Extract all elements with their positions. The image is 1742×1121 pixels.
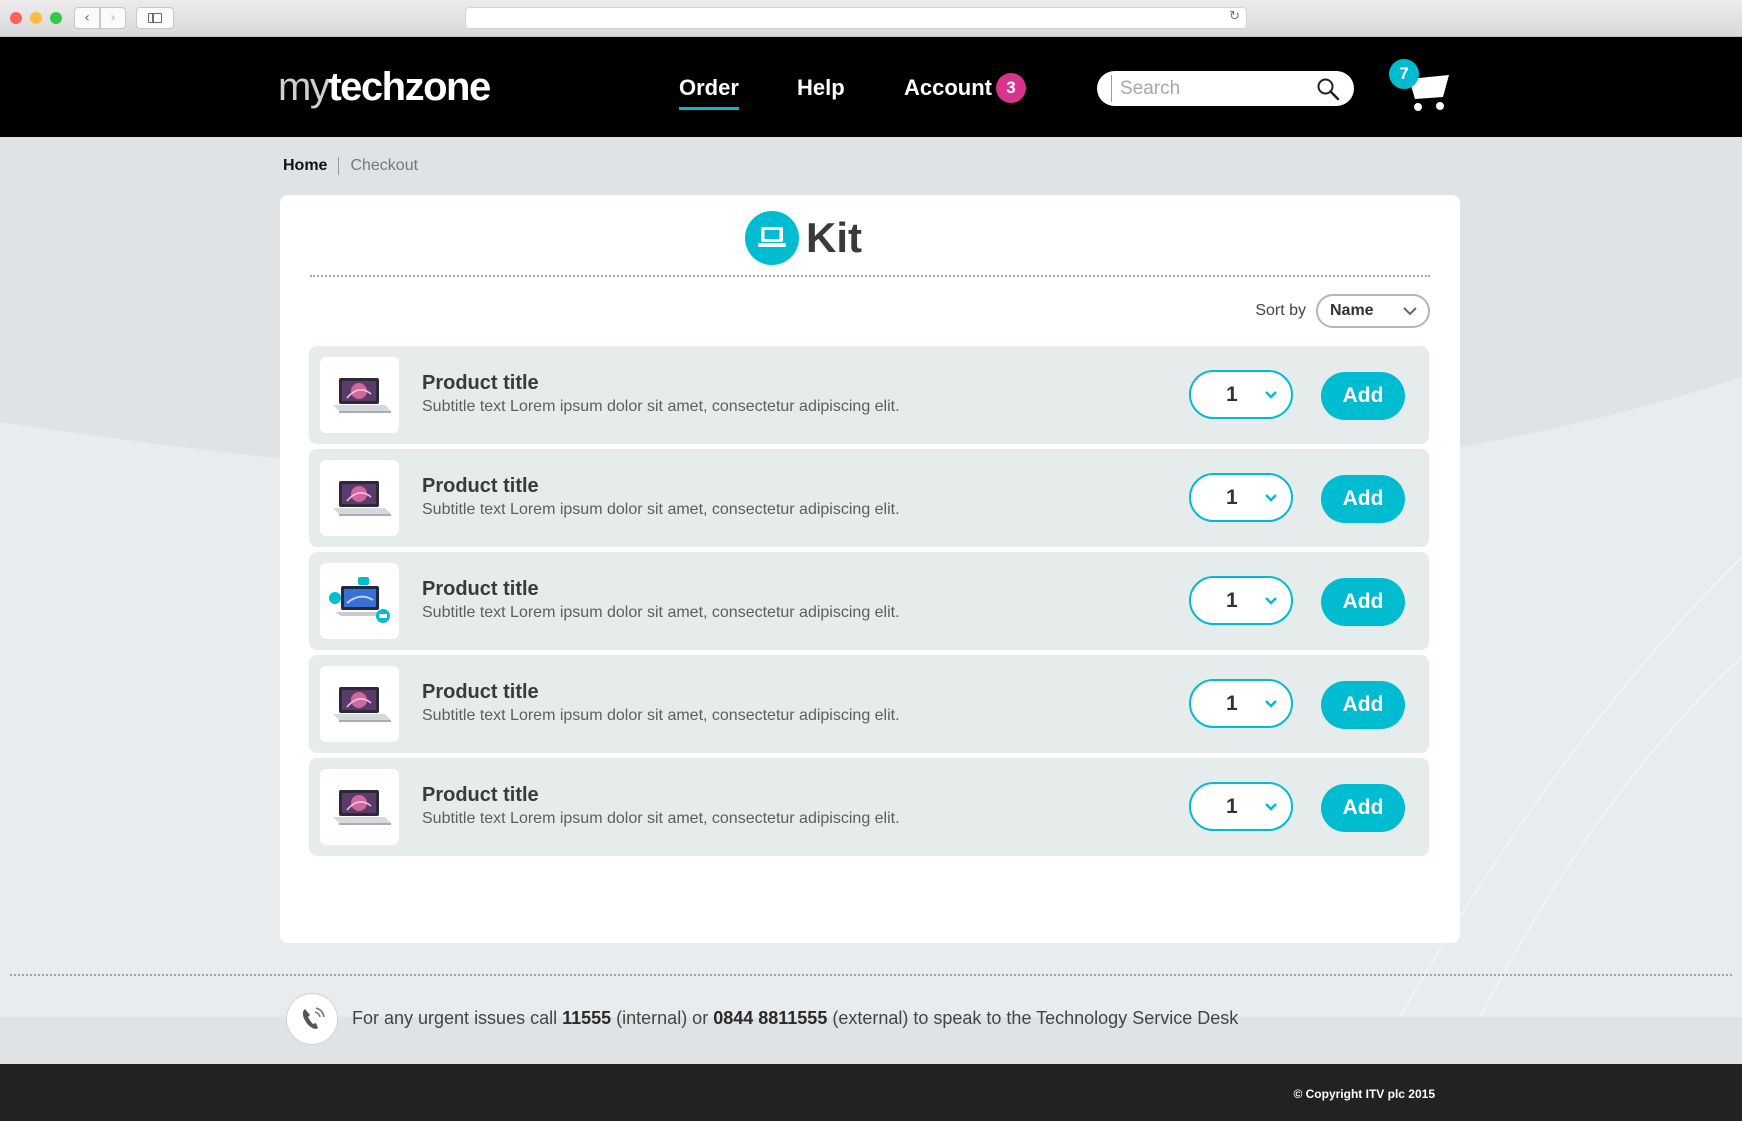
chevron-down-icon: [1265, 597, 1277, 605]
address-bar[interactable]: ↻: [465, 7, 1247, 29]
site-logo[interactable]: mytechzone: [278, 65, 491, 110]
product-row: Product title Subtitle text Lorem ipsum …: [309, 346, 1429, 444]
quantity-value: 1: [1226, 589, 1238, 612]
breadcrumb-checkout[interactable]: Checkout: [339, 157, 418, 175]
product-title: Product title: [422, 475, 539, 497]
product-title: Product title: [422, 372, 539, 394]
chevron-down-icon: [1265, 700, 1277, 708]
quantity-dropdown[interactable]: 1: [1189, 679, 1293, 728]
close-window-icon[interactable]: [10, 12, 22, 24]
product-title: Product title: [422, 578, 539, 600]
site-header: mytechzone Order Help Account 3 7: [0, 37, 1742, 137]
add-button[interactable]: Add: [1321, 681, 1405, 729]
add-button[interactable]: Add: [1321, 578, 1405, 626]
logo-bold-text: techzone: [328, 65, 491, 109]
quantity-dropdown[interactable]: 1: [1189, 370, 1293, 419]
chevron-down-icon: [1265, 803, 1277, 811]
support-text-2: (internal) or: [611, 1008, 714, 1028]
account-notification-badge: 3: [996, 73, 1026, 103]
product-list: Product title Subtitle text Lorem ipsum …: [309, 346, 1429, 861]
external-phone-number: 0844 8811555: [713, 1008, 828, 1028]
nav-help-link[interactable]: Help: [797, 75, 845, 101]
quantity-value: 1: [1226, 692, 1238, 715]
product-row: Product title Subtitle text Lorem ipsum …: [309, 655, 1429, 753]
sort-label: Sort by: [1255, 302, 1306, 319]
product-row: Product title Subtitle text Lorem ipsum …: [309, 758, 1429, 856]
quantity-value: 1: [1226, 486, 1238, 509]
quantity-dropdown[interactable]: 1: [1189, 473, 1293, 522]
support-notice: For any urgent issues call 11555 (intern…: [352, 1008, 1238, 1029]
add-button[interactable]: Add: [1321, 784, 1405, 832]
product-row: Product title Subtitle text Lorem ipsum …: [309, 449, 1429, 547]
phone-icon: [286, 993, 338, 1045]
laptop-image: [320, 769, 399, 845]
breadcrumb-home-link[interactable]: Home: [283, 157, 340, 175]
sidebar-toggle-button[interactable]: [136, 7, 174, 29]
product-title: Product title: [422, 784, 539, 806]
reload-icon[interactable]: ↻: [1229, 9, 1240, 24]
sort-selected-value: Name: [1330, 302, 1374, 319]
search-icon[interactable]: [1316, 77, 1340, 101]
product-row: Product title Subtitle text Lorem ipsum …: [309, 552, 1429, 650]
laptop-icon: [745, 211, 799, 265]
breadcrumb: Home Checkout: [283, 157, 418, 175]
title-divider: [310, 275, 1430, 277]
search-input[interactable]: [1111, 75, 1301, 102]
product-subtitle: Subtitle text Lorem ipsum dolor sit amet…: [422, 810, 900, 827]
search-box: [1097, 71, 1354, 106]
chevron-down-icon: [1265, 494, 1277, 502]
product-subtitle: Subtitle text Lorem ipsum dolor sit amet…: [422, 604, 900, 621]
laptop-image: [320, 357, 399, 433]
maximize-window-icon[interactable]: [50, 12, 62, 24]
laptop-bundle-image: [320, 563, 399, 639]
product-subtitle: Subtitle text Lorem ipsum dolor sit amet…: [422, 398, 900, 415]
support-text-1: For any urgent issues call: [352, 1008, 563, 1028]
copyright-text: © Copyright ITV plc 2015: [1293, 1087, 1435, 1101]
page-title-text: Kit: [806, 214, 862, 261]
laptop-image: [320, 666, 399, 742]
product-subtitle: Subtitle text Lorem ipsum dolor sit amet…: [422, 707, 900, 724]
quantity-dropdown[interactable]: 1: [1189, 576, 1293, 625]
kit-panel: Kit Sort by Name Product title Subtitle …: [280, 195, 1460, 943]
back-button[interactable]: ‹: [74, 7, 100, 29]
laptop-image: [320, 460, 399, 536]
nav-order-link[interactable]: Order: [679, 75, 739, 110]
logo-light-text: my: [278, 65, 330, 109]
footer-divider: [10, 974, 1732, 976]
product-subtitle: Subtitle text Lorem ipsum dolor sit amet…: [422, 501, 900, 518]
add-button[interactable]: Add: [1321, 372, 1405, 420]
quantity-value: 1: [1226, 383, 1238, 406]
quantity-value: 1: [1226, 795, 1238, 818]
minimize-window-icon[interactable]: [30, 12, 42, 24]
page-title: Kit: [745, 211, 862, 265]
support-text-3: (external) to speak to the Technology Se…: [827, 1008, 1239, 1028]
quantity-dropdown[interactable]: 1: [1189, 782, 1293, 831]
internal-phone-number: 11555: [562, 1008, 612, 1028]
cart-count-badge: 7: [1389, 59, 1419, 89]
forward-button[interactable]: ›: [100, 7, 126, 29]
sort-dropdown[interactable]: Name: [1316, 294, 1430, 328]
browser-toolbar: ‹ › ↻: [0, 0, 1742, 37]
sidebar-icon: [148, 13, 162, 23]
sort-control: Sort by Name: [1255, 294, 1430, 328]
chevron-down-icon: [1403, 307, 1417, 316]
add-button[interactable]: Add: [1321, 475, 1405, 523]
product-title: Product title: [422, 681, 539, 703]
site-footer: © Copyright ITV plc 2015: [0, 1064, 1742, 1121]
chevron-down-icon: [1265, 391, 1277, 399]
nav-account-link[interactable]: Account: [904, 75, 992, 101]
